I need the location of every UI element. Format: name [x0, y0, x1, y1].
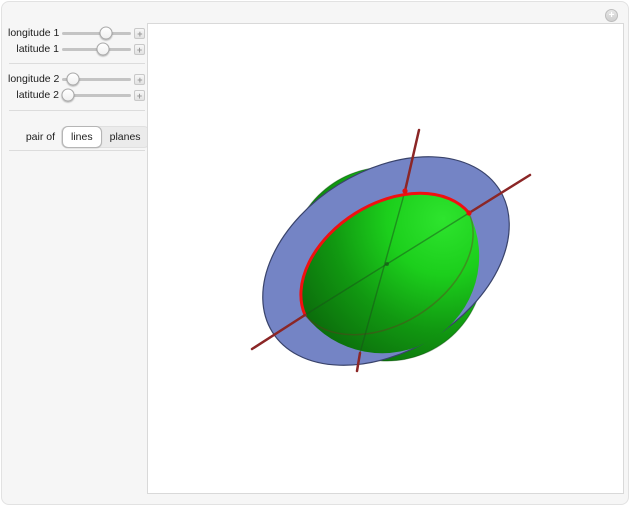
point-1-marker: [466, 210, 472, 216]
latitude-1-slider[interactable]: [62, 41, 131, 57]
pair-of-option-lines[interactable]: lines: [62, 125, 102, 148]
slider-row-latitude-1: latitude 1 +: [8, 41, 146, 57]
longitude-2-slider[interactable]: [62, 71, 132, 87]
slider-row-longitude-2: longitude 2 +: [8, 71, 146, 87]
pair-of-option-planes[interactable]: planes: [102, 126, 149, 148]
slider-thumb[interactable]: [96, 42, 110, 56]
latitude-2-slider[interactable]: [61, 87, 131, 103]
slider-track[interactable]: [62, 31, 132, 35]
slider-thumb[interactable]: [99, 26, 113, 40]
demonstration-window: longitude 1 + latitude 1 + longitude 2 +…: [1, 1, 629, 505]
divider: [9, 63, 145, 64]
pair-of-row: pair of lines planes: [8, 124, 150, 149]
stepper-expand-icon[interactable]: +: [134, 43, 145, 55]
point-2-marker: [402, 188, 408, 194]
pair-of-toggle: lines planes: [61, 125, 150, 148]
graphics-panel: [147, 23, 624, 494]
latitude-2-label: latitude 2: [16, 89, 59, 101]
expand-controls-button[interactable]: +: [605, 9, 618, 22]
pair-of-label: pair of: [25, 130, 55, 143]
stepper-expand-icon[interactable]: +: [134, 73, 146, 85]
divider: [9, 150, 145, 151]
3d-view[interactable]: [148, 24, 623, 493]
divider: [9, 110, 145, 111]
longitude-1-slider[interactable]: [62, 25, 132, 41]
longitude-2-label: longitude 2: [8, 73, 60, 85]
longitude-1-label: longitude 1: [8, 27, 60, 39]
latitude-1-label: latitude 1: [16, 43, 59, 55]
slider-row-longitude-1: longitude 1 +: [8, 25, 146, 41]
sphere-center-dot: [385, 262, 389, 266]
plus-icon: +: [608, 10, 615, 21]
stepper-expand-icon[interactable]: +: [134, 89, 145, 101]
slider-thumb[interactable]: [66, 72, 80, 86]
slider-thumb[interactable]: [61, 88, 75, 102]
slider-row-latitude-2: latitude 2 +: [8, 87, 146, 103]
stepper-expand-icon[interactable]: +: [134, 27, 146, 39]
